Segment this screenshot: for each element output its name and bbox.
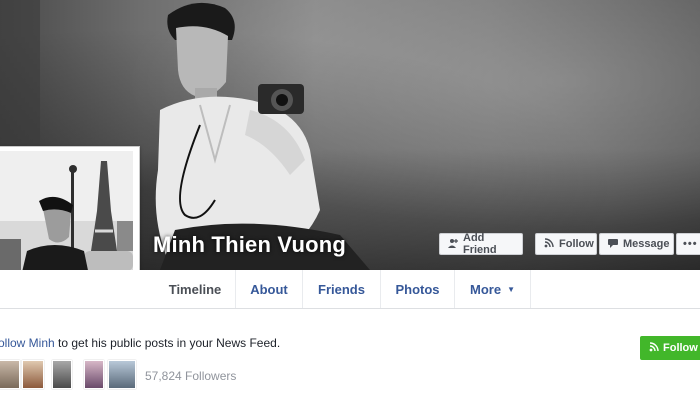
follow-label: Follow: [559, 238, 594, 250]
follow-green-button[interactable]: Follow: [640, 336, 700, 360]
follow-prompt-text: ollow Minh to get his public posts in yo…: [0, 336, 280, 350]
profile-photo-image: [0, 151, 133, 285]
more-options-button[interactable]: •••: [676, 233, 700, 255]
message-icon: [608, 238, 618, 251]
follower-avatar[interactable]: [0, 360, 20, 389]
tab-about-label: About: [250, 281, 288, 297]
follower-avatar[interactable]: [22, 360, 44, 389]
profile-tab-bar: Timeline About Friends Photos More ▼: [0, 270, 700, 309]
tab-friends-label: Friends: [318, 281, 365, 297]
add-friend-label: Add Friend: [463, 232, 497, 256]
tab-photos-label: Photos: [395, 281, 440, 297]
follower-avatar[interactable]: [52, 360, 72, 389]
rss-icon: [544, 237, 554, 251]
add-friend-button[interactable]: Add Friend: [439, 232, 523, 256]
ellipsis-icon: •••: [683, 238, 698, 250]
message-button[interactable]: Message: [599, 233, 674, 255]
rss-icon: [649, 341, 659, 355]
profile-name[interactable]: Minh Thien Vuong: [153, 232, 346, 258]
follow-prompt-area: [0, 309, 700, 400]
follower-avatar[interactable]: [84, 360, 104, 389]
follow-button[interactable]: Follow: [535, 233, 597, 255]
follow-minh-link[interactable]: ollow Minh: [0, 336, 55, 350]
follower-avatar[interactable]: [108, 360, 136, 389]
follow-prompt-rest: to get his public posts in your News Fee…: [54, 336, 281, 350]
message-label: Message: [623, 238, 670, 250]
tab-friends[interactable]: Friends: [303, 270, 381, 308]
caret-down-icon: ▼: [507, 284, 515, 294]
tab-photos[interactable]: Photos: [381, 270, 455, 308]
follow-green-label: Follow: [663, 342, 698, 354]
tab-more[interactable]: More ▼: [455, 270, 531, 308]
person-plus-icon: [448, 238, 458, 251]
tab-more-label: More: [470, 281, 502, 297]
tab-about[interactable]: About: [236, 270, 303, 308]
tab-timeline[interactable]: Timeline: [155, 270, 236, 308]
tab-timeline-label: Timeline: [168, 281, 222, 297]
followers-count[interactable]: 57,824 Followers: [145, 369, 236, 383]
